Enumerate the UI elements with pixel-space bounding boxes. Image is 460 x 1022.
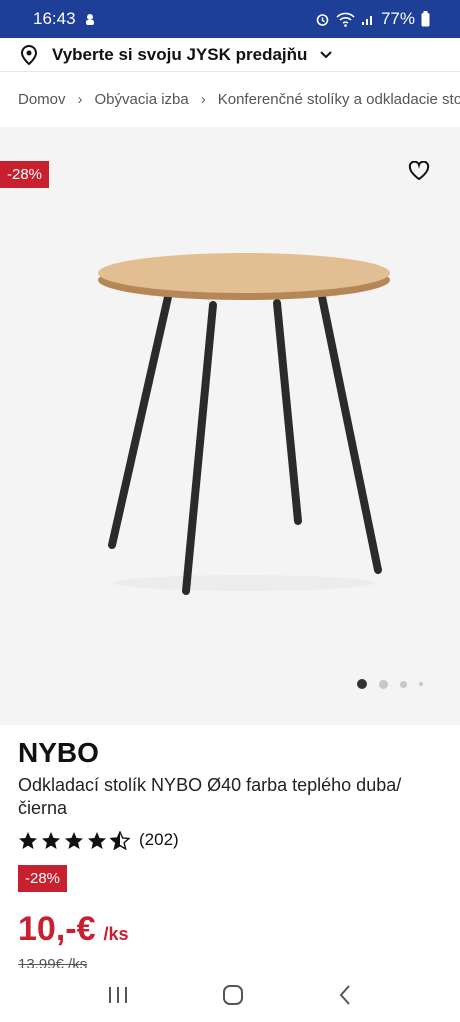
signal-icon [361,16,372,25]
product-title: NYBO [18,737,99,768]
star-icon [65,831,83,849]
pagination-dot[interactable] [379,679,388,689]
breadcrumb-item-coffee-tables[interactable]: Konferenčné stolíky a odkladacie stolíky [218,91,460,108]
chevron-down-icon [320,50,333,58]
review-count: (202) [139,830,179,849]
store-selector[interactable]: Vyberte si svoju JYSK predajňu [0,38,460,72]
battery-percent: 77% [380,9,415,28]
price-value: 10,-€ [18,910,96,948]
breadcrumb-separator-icon: › [200,91,206,108]
home-icon[interactable] [222,984,244,1006]
old-price: 13,99€ /ks [18,956,88,968]
gallery-pagination [357,679,423,689]
product-image-gallery[interactable]: -28% [0,127,460,725]
pagination-dot[interactable] [419,682,423,686]
status-app-icon [85,14,94,25]
star-icon [19,831,37,849]
star-icon [88,831,106,849]
price-unit: /ks [103,924,129,944]
breadcrumb: Domov › Obývacia izba › Konferenčné stol… [0,72,460,127]
android-nav-bar [0,968,460,1022]
recent-apps-icon[interactable] [107,985,129,1005]
store-selector-label: Vyberte si svoju JYSK predajňu [52,44,308,64]
star-half-icon [110,830,130,850]
product-photo [98,253,390,595]
breadcrumb-separator-icon: › [77,91,83,108]
battery-icon [421,11,430,27]
pagination-dot-active[interactable] [357,679,367,689]
back-icon[interactable] [337,984,353,1006]
wifi-icon [336,12,355,27]
status-time: 16:43 [33,9,76,28]
alarm-icon [316,13,329,26]
star-icon [42,831,60,849]
price-discount-badge: -28% [18,865,68,892]
status-bar: 16:43 77% [0,0,460,38]
breadcrumb-item-living-room[interactable]: Obývacia izba [95,91,189,108]
pagination-dot[interactable] [400,680,407,688]
product-description: Odkladací stolík NYBO Ø40 farba teplého … [18,775,402,818]
location-pin-icon [20,44,38,65]
product-rating[interactable]: (202) [18,830,179,850]
breadcrumb-item-home[interactable]: Domov [18,91,66,108]
price: 10,-€ /ks [18,910,129,949]
